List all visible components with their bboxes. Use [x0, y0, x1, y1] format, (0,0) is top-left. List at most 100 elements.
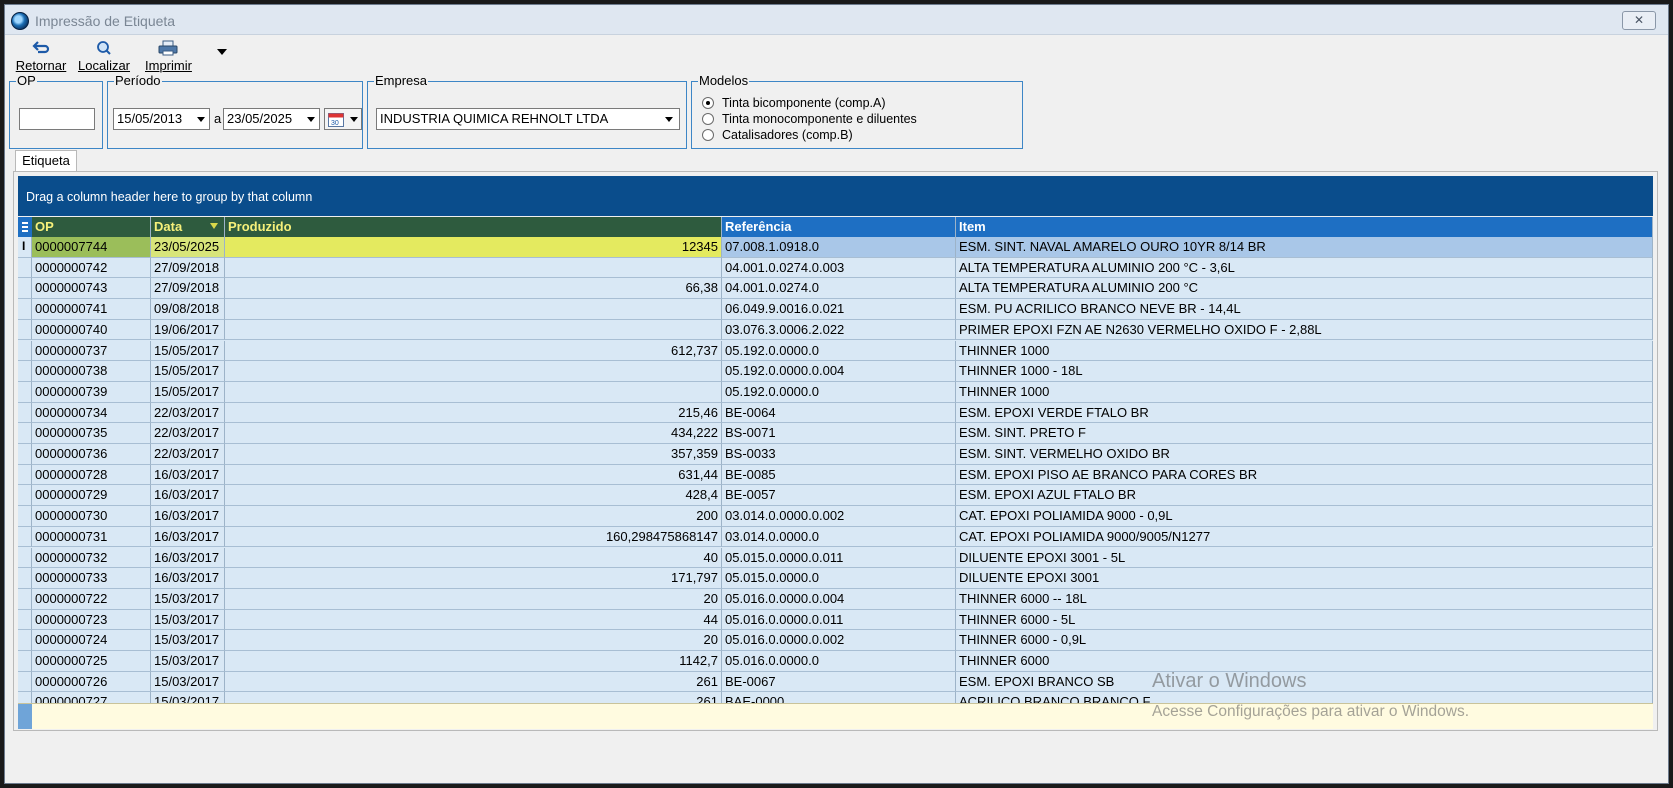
cell-data[interactable]: 22/03/2017	[151, 402, 225, 424]
cell-produzido[interactable]: 12345	[225, 237, 722, 258]
cell-produzido[interactable]: 66,38	[225, 278, 722, 300]
row-cursor-indicator[interactable]	[18, 237, 32, 258]
table-row[interactable]: 0000000724 15/03/2017 20 05.016.0.0000.0.00…	[18, 630, 1653, 651]
cell-referencia[interactable]: 05.015.0.0000.0.011	[722, 547, 956, 569]
cell-data[interactable]: 16/03/2017	[151, 547, 225, 569]
row-selector[interactable]	[18, 299, 32, 320]
cell-produzido[interactable]: 44	[225, 609, 722, 631]
cell-op[interactable]: 0000000726	[32, 671, 151, 693]
retornar-button[interactable]: Retornar	[15, 38, 67, 73]
cell-referencia[interactable]: 03.076.3.0006.2.022	[722, 319, 956, 341]
cell-referencia[interactable]: 04.001.0.0274.0.003	[722, 257, 956, 279]
row-selector[interactable]	[18, 340, 32, 362]
cell-op[interactable]: 0000000736	[32, 444, 151, 465]
table-row[interactable]: 0000000742 27/09/2018 04.001.0.0274.0.003 A…	[18, 257, 1653, 279]
cell-produzido[interactable]: 612,737	[225, 340, 722, 362]
cell-data[interactable]: 15/05/2017	[151, 340, 225, 362]
cell-produzido[interactable]	[225, 257, 722, 279]
cell-item[interactable]: DILUENTE EPOXI 3001	[956, 568, 1653, 589]
column-chooser-icon[interactable]	[18, 217, 32, 237]
cell-op[interactable]: 0000007744	[32, 237, 151, 258]
table-row[interactable]: 0000000735 22/03/2017 434,222 BS-0071 ESM. S…	[18, 423, 1653, 444]
cell-item[interactable]: ESM. EPOXI PISO AE BRANCO PARA CORES BR	[956, 464, 1653, 486]
row-selector[interactable]	[18, 568, 32, 589]
row-selector[interactable]	[18, 278, 32, 300]
cell-item[interactable]: CAT. EPOXI POLIAMIDA 9000 - 0,9L	[956, 506, 1653, 527]
table-row[interactable]: 0000000740 19/06/2017 03.076.3.0006.2.022 P…	[18, 319, 1653, 341]
cell-referencia[interactable]: BE-0085	[722, 464, 956, 486]
cell-data[interactable]: 15/03/2017	[151, 651, 225, 672]
cell-data[interactable]: 22/03/2017	[151, 423, 225, 444]
cell-produzido[interactable]: 20	[225, 630, 722, 651]
imprimir-button[interactable]: Imprimir	[145, 38, 192, 73]
table-row[interactable]: 0000000734 22/03/2017 215,46 BE-0064 ESM. EP…	[18, 402, 1653, 424]
cell-referencia[interactable]: BS-0033	[722, 444, 956, 465]
table-row[interactable]: 0000000723 15/03/2017 44 05.016.0.0000.0.01…	[18, 609, 1653, 631]
cell-item[interactable]: THINNER 1000	[956, 381, 1653, 403]
cell-data[interactable]: 09/08/2018	[151, 299, 225, 320]
cell-referencia[interactable]: 06.049.9.0016.0.021	[722, 299, 956, 320]
cell-data[interactable]: 22/03/2017	[151, 444, 225, 465]
row-selector[interactable]	[18, 402, 32, 424]
cell-op[interactable]: 0000000739	[32, 381, 151, 403]
column-header-produzido[interactable]: Produzido	[225, 217, 722, 237]
cell-item[interactable]: DILUENTE EPOXI 3001 - 5L	[956, 547, 1653, 569]
row-selector[interactable]	[18, 444, 32, 465]
cell-referencia[interactable]: BE-0057	[722, 485, 956, 507]
cell-referencia[interactable]: 05.016.0.0000.0	[722, 651, 956, 672]
op-input[interactable]	[19, 108, 95, 130]
cell-produzido[interactable]	[225, 319, 722, 341]
date-to-picker[interactable]: 23/05/2025	[223, 108, 320, 130]
table-row[interactable]: 0000000739 15/05/2017 05.192.0.0000.0 THINN…	[18, 381, 1653, 403]
cell-item[interactable]: CAT. EPOXI POLIAMIDA 9000/9005/N1277	[956, 526, 1653, 548]
cell-produzido[interactable]: 171,797	[225, 568, 722, 589]
cell-op[interactable]: 0000000730	[32, 506, 151, 527]
table-row[interactable]: 0000000741 09/08/2018 06.049.9.0016.0.021 E…	[18, 299, 1653, 320]
cell-referencia[interactable]: 05.016.0.0000.0.011	[722, 609, 956, 631]
cell-op[interactable]: 0000000734	[32, 402, 151, 424]
cell-item[interactable]: ESM. EPOXI VERDE FTALO BR	[956, 402, 1653, 424]
cell-item[interactable]: ESM. SINT. VERMELHO OXIDO BR	[956, 444, 1653, 465]
table-row[interactable]: 0000000726 15/03/2017 261 BE-0067 ESM. EPOXI…	[18, 671, 1653, 693]
cell-produzido[interactable]: 428,4	[225, 485, 722, 507]
table-row[interactable]: 0000000733 16/03/2017 171,797 05.015.0.0000…	[18, 568, 1653, 589]
cell-item[interactable]: ESM. PU ACRILICO BRANCO NEVE BR - 14,4L	[956, 299, 1653, 320]
empresa-select[interactable]: INDUSTRIA QUIMICA REHNOLT LTDA	[376, 108, 680, 130]
row-selector[interactable]	[18, 630, 32, 651]
cell-data[interactable]: 16/03/2017	[151, 506, 225, 527]
cell-produzido[interactable]: 1142,7	[225, 651, 722, 672]
row-selector[interactable]	[18, 361, 32, 382]
cell-produzido[interactable]: 434,222	[225, 423, 722, 444]
cell-op[interactable]: 0000000724	[32, 630, 151, 651]
row-selector[interactable]	[18, 319, 32, 341]
cell-op[interactable]: 0000000723	[32, 609, 151, 631]
table-row[interactable]: 0000000728 16/03/2017 631,44 BE-0085 ESM. EP…	[18, 464, 1653, 486]
data-grid[interactable]: OP Data Produzido Referência Item 000000…	[18, 217, 1653, 729]
cell-item[interactable]: THINNER 1000 - 18L	[956, 361, 1653, 382]
cell-referencia[interactable]: 03.014.0.0000.0	[722, 526, 956, 548]
cell-produzido[interactable]	[225, 361, 722, 382]
table-row[interactable]: 0000000731 16/03/2017 160,298475868147 03.0…	[18, 526, 1653, 548]
table-row[interactable]: 0000000736 22/03/2017 357,359 BS-0033 ESM. S…	[18, 444, 1653, 465]
cell-produzido[interactable]	[225, 381, 722, 403]
cell-referencia[interactable]: 05.015.0.0000.0	[722, 568, 956, 589]
table-row[interactable]: 000000774423/05/20251234507.008.1.0918.0…	[18, 237, 1653, 258]
tab-etiqueta[interactable]: Etiqueta	[15, 150, 77, 172]
cell-op[interactable]: 0000000741	[32, 299, 151, 320]
cell-data[interactable]: 15/03/2017	[151, 588, 225, 610]
cell-op[interactable]: 0000000728	[32, 464, 151, 486]
cell-referencia[interactable]: 05.016.0.0000.0.002	[722, 630, 956, 651]
cell-data[interactable]: 16/03/2017	[151, 464, 225, 486]
cell-item[interactable]: ESM. SINT. PRETO F	[956, 423, 1653, 444]
row-selector[interactable]	[18, 609, 32, 631]
cell-op[interactable]: 0000000732	[32, 547, 151, 569]
close-button[interactable]: ✕	[1622, 11, 1656, 30]
cell-referencia[interactable]: 03.014.0.0000.0.002	[722, 506, 956, 527]
cell-data[interactable]: 15/05/2017	[151, 361, 225, 382]
cell-op[interactable]: 0000000738	[32, 361, 151, 382]
table-row[interactable]: 0000000732 16/03/2017 40 05.015.0.0000.0.01…	[18, 547, 1653, 569]
column-header-data[interactable]: Data	[151, 217, 225, 237]
cell-op[interactable]: 0000000740	[32, 319, 151, 341]
row-selector[interactable]	[18, 464, 32, 486]
group-by-panel[interactable]: Drag a column header here to group by th…	[18, 176, 1653, 216]
